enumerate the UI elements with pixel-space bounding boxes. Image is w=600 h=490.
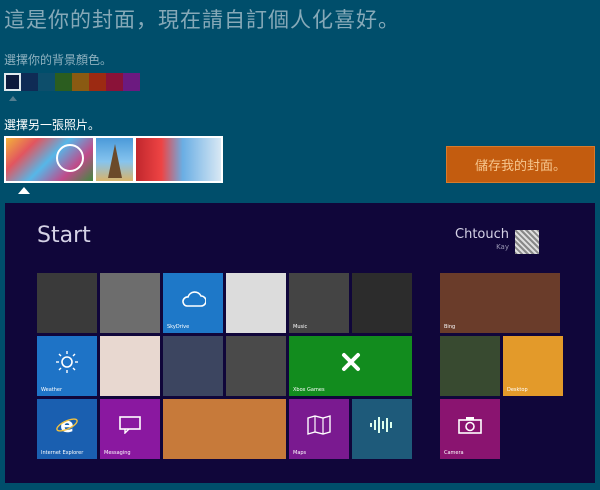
start-tile	[100, 273, 160, 333]
cloud-icon	[163, 273, 223, 325]
page-title: 這是你的封面，現在請自訂個人化喜好。	[4, 8, 400, 32]
ferris-wheel-shape	[56, 144, 84, 172]
eiffel-tower-shape	[107, 144, 122, 178]
start-tile: Weather	[37, 336, 97, 396]
start-screen-preview: Start Chtouch Kay SkyDrive Music Bing Weath…	[5, 203, 595, 483]
color-swatch[interactable]	[4, 73, 21, 91]
photo-label: 選擇另一張照片。	[4, 118, 101, 132]
start-tile: e Internet Explorer	[37, 399, 97, 459]
tile-label: Xbox Games	[293, 387, 325, 393]
start-tile: Xbox Games	[289, 336, 412, 396]
tile-label: Bing	[444, 324, 456, 330]
start-tile	[37, 273, 97, 333]
start-tile: Maps	[289, 399, 349, 459]
camera-icon	[440, 399, 500, 451]
tile-label: Weather	[41, 387, 63, 393]
start-tile	[163, 336, 223, 396]
start-tile: SkyDrive	[163, 273, 223, 333]
start-tile	[163, 399, 286, 459]
photo-selected-marker	[18, 187, 30, 194]
color-swatch[interactable]	[21, 73, 38, 91]
start-tile: Bing	[440, 273, 560, 333]
color-swatch[interactable]	[123, 73, 140, 91]
save-cover-button[interactable]: 儲存我的封面。	[446, 146, 595, 183]
user-name: Chtouch	[455, 227, 509, 242]
start-tile	[352, 399, 412, 459]
tile-label: Internet Explorer	[41, 450, 84, 456]
photo-elephant-carnival[interactable]	[6, 138, 93, 181]
tile-label: Camera	[444, 450, 464, 456]
user-avatar	[515, 230, 539, 254]
messaging-icon	[100, 399, 160, 451]
start-tile	[226, 336, 286, 396]
tile-label: Desktop	[507, 387, 528, 393]
maps-icon	[289, 399, 349, 451]
start-tile	[352, 273, 412, 333]
ie-icon: e	[37, 399, 97, 451]
swatch-selected-marker	[9, 96, 17, 101]
photo-strip	[4, 136, 223, 183]
color-swatch[interactable]	[72, 73, 89, 91]
color-swatches	[4, 73, 140, 91]
tile-label: Maps	[293, 450, 307, 456]
start-tile: Music	[289, 273, 349, 333]
start-tile	[440, 336, 500, 396]
tile-label: Messaging	[104, 450, 131, 456]
background-color-label: 選擇你的背景顏色。	[4, 53, 113, 67]
photo-asia-city[interactable]	[136, 138, 221, 181]
sun-icon	[37, 336, 97, 388]
start-tile: Messaging	[100, 399, 160, 459]
start-tile	[100, 336, 160, 396]
photo-paris-eiffel[interactable]	[95, 138, 134, 181]
tile-label: SkyDrive	[167, 324, 190, 330]
tile-label: Music	[293, 324, 308, 330]
color-swatch[interactable]	[89, 73, 106, 91]
svg-text:e: e	[60, 413, 74, 437]
start-tile	[226, 273, 286, 333]
color-swatch[interactable]	[38, 73, 55, 91]
start-tile: Desktop	[503, 336, 563, 396]
sound-icon	[352, 399, 412, 451]
color-swatch[interactable]	[106, 73, 123, 91]
xbox-icon	[289, 336, 412, 388]
start-label: Start	[37, 223, 91, 248]
start-tile: Camera	[440, 399, 500, 459]
color-swatch[interactable]	[55, 73, 72, 91]
user-subtitle: Kay	[496, 243, 509, 251]
